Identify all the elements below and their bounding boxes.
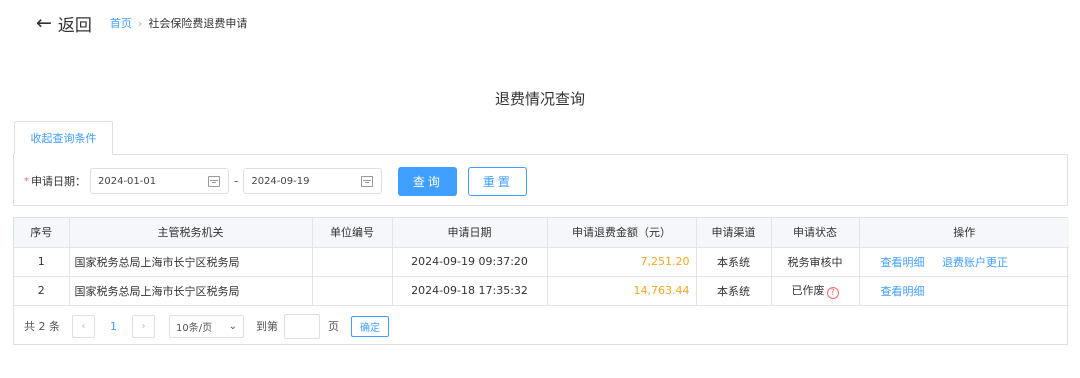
start-date-input[interactable]: 2024-01-01 [90,168,229,194]
refund-amount: 7,251.20 [547,247,697,277]
apply-channel: 本系统 [696,247,772,277]
apply-status-cell: 已作废? [771,276,860,306]
table-row: 1 国家税务总局上海市长宁区税务局 2024-09-19 09:37:20 7,… [14,247,1069,277]
column-header: 操作 [859,218,1069,248]
page-unit-label: 页 [328,320,339,333]
row-index: 1 [14,247,70,277]
date-range-separator: - [234,174,239,188]
start-date-value: 2024-01-01 [98,175,157,187]
collapse-filter-tab[interactable]: 收起查询条件 [14,121,113,155]
view-detail-link[interactable]: 查看明细 [881,256,925,269]
column-header: 序号 [14,218,70,248]
filter-panel: * 申请日期： 2024-01-01 - 2024-09-19 查询 重置 [13,154,1068,206]
column-header: 主管税务机关 [69,218,313,248]
reset-button[interactable]: 重置 [468,166,528,196]
breadcrumb-separator-icon: › [137,16,143,30]
back-arrow-icon: ← [36,11,52,34]
filter-row: * 申请日期： 2024-01-01 - 2024-09-19 查询 重置 [24,166,528,196]
breadcrumb-current: 社会保险费退费申请 [148,17,248,30]
view-detail-link[interactable]: 查看明细 [881,285,925,298]
apply-channel: 本系统 [696,276,772,306]
end-date-value: 2024-09-19 [251,175,310,187]
unit-code [312,247,393,277]
refund-amount: 14,763.44 [547,276,697,306]
column-header: 申请退费金额（元） [547,218,697,248]
table-header-row: 序号 主管税务机关 单位编号 申请日期 申请退费金额（元） 申请渠道 申请状态 … [14,218,1069,248]
chevron-right-icon: › [141,320,146,332]
column-header: 申请日期 [392,218,548,248]
back-label: 返回 [57,15,92,36]
page-size-select[interactable]: 10条/页 ⌄ [169,314,244,338]
goto-label: 到第 [256,320,278,333]
goto-page-input[interactable] [284,313,320,339]
end-date-input[interactable]: 2024-09-19 [243,168,383,194]
chevron-left-icon: ‹ [81,320,86,332]
current-page-number[interactable]: 1 [110,320,117,333]
apply-status: 税务审核中 [771,247,860,277]
total-count: 共 2 条 [24,320,60,333]
correct-account-link[interactable]: 退费账户更正 [942,256,1008,269]
row-index: 2 [14,276,70,306]
column-header: 申请状态 [771,218,860,248]
next-page-button[interactable]: › [132,314,155,338]
column-header: 单位编号 [312,218,393,248]
required-mark: * [24,175,29,187]
pagination: 共 2 条 ‹ 1 › 10条/页 ⌄ 到第 页 确定 [14,306,389,346]
row-actions: 查看明细 [859,276,1069,306]
top-bar: ← 返回 首页 › 社会保险费退费申请 [36,11,247,36]
date-label: 申请日期： [31,175,86,188]
breadcrumb: 首页 › 社会保险费退费申请 [110,15,247,31]
refund-table-grid: 序号 主管税务机关 单位编号 申请日期 申请退费金额（元） 申请渠道 申请状态 … [14,218,1069,306]
page-size-value: 10条/页 [176,322,213,334]
help-circle-icon[interactable]: ? [826,287,839,299]
unit-code [312,276,393,306]
page-title: 退费情况查询 [494,90,585,108]
goto-confirm-button[interactable]: 确定 [351,315,389,337]
breadcrumb-home[interactable]: 首页 [110,15,132,31]
tax-authority: 国家税务总局上海市长宁区税务局 [69,247,313,277]
apply-date: 2024-09-19 09:37:20 [392,247,548,277]
calendar-icon [208,175,220,187]
back-button[interactable]: ← 返回 [36,11,92,36]
query-button[interactable]: 查询 [398,166,458,196]
table-row: 2 国家税务总局上海市长宁区税务局 2024-09-18 17:35:32 14… [14,276,1069,306]
calendar-icon [361,175,374,187]
apply-status: 已作废 [791,284,825,297]
chevron-down-icon: ⌄ [228,320,237,332]
tax-authority: 国家税务总局上海市长宁区税务局 [69,276,313,306]
row-actions: 查看明细 退费账户更正 [859,247,1069,277]
prev-page-button[interactable]: ‹ [72,314,95,338]
apply-date: 2024-09-18 17:35:32 [392,276,548,306]
refund-table: 序号 主管税务机关 单位编号 申请日期 申请退费金额（元） 申请渠道 申请状态 … [13,217,1069,346]
column-header: 申请渠道 [696,218,772,248]
